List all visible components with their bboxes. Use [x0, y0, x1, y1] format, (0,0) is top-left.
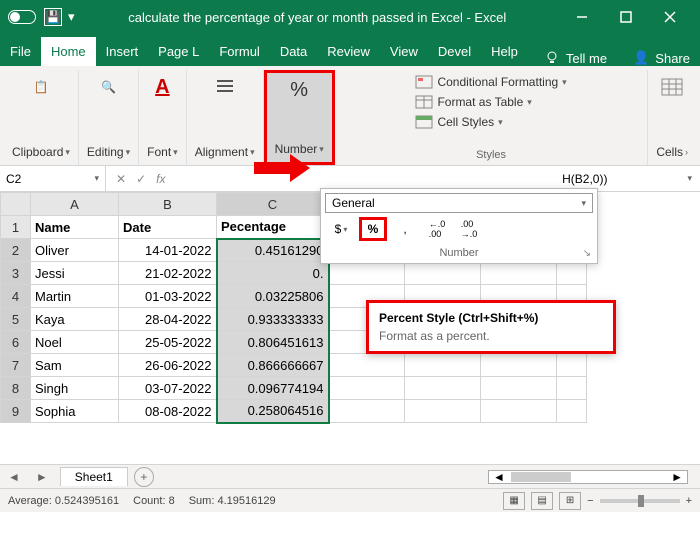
number-launcher[interactable]: ↘ — [583, 248, 591, 259]
name-box[interactable]: C2▾ — [0, 166, 106, 191]
group-alignment: Alignment▾ — [187, 70, 264, 165]
group-font: A Font▾ — [139, 70, 187, 165]
cell-styles-icon — [415, 115, 433, 129]
sheet-nav-prev[interactable]: ◄ — [0, 470, 28, 484]
share-button[interactable]: Share — [655, 51, 690, 66]
zoom-slider[interactable] — [600, 499, 680, 503]
cells-icon[interactable] — [657, 72, 687, 102]
conditional-formatting[interactable]: Conditional Formatting▾ — [409, 72, 572, 92]
comma-style-button[interactable]: , — [391, 217, 419, 241]
format-as-table[interactable]: Format as Table▾ — [409, 92, 572, 112]
currency-button[interactable]: $▾ — [327, 217, 355, 241]
tab-help[interactable]: Help — [481, 37, 528, 66]
number-format-dropdown: General▾ $▾ % , ←.0.00 .00→.0 Number↘ — [320, 188, 598, 264]
col-header-A[interactable]: A — [31, 193, 119, 216]
tab-formulas[interactable]: Formul — [209, 37, 269, 66]
tab-review[interactable]: Review — [317, 37, 380, 66]
cancel-formula-icon[interactable]: ✕ — [116, 172, 126, 186]
select-all-corner[interactable] — [1, 193, 31, 216]
status-average: Average: 0.524395161 — [8, 495, 119, 507]
status-sum: Sum: 4.19516129 — [189, 495, 276, 507]
percent-icon[interactable]: % — [284, 75, 314, 105]
number-format-select[interactable]: General▾ — [325, 193, 593, 213]
bulb-icon — [544, 50, 560, 66]
formula-expand[interactable]: ▾ — [687, 173, 700, 184]
alignment-icon[interactable] — [210, 72, 240, 102]
percent-style-button[interactable]: % — [359, 217, 387, 241]
tab-data[interactable]: Data — [270, 37, 317, 66]
sheet-nav-next[interactable]: ► — [28, 470, 56, 484]
font-icon[interactable]: A — [147, 72, 177, 102]
group-editing: 🔍 Editing▾ — [79, 70, 139, 165]
tab-page-layout[interactable]: Page L — [148, 37, 209, 66]
increase-decimal-button[interactable]: ←.0.00 — [423, 217, 451, 241]
cell-styles[interactable]: Cell Styles▾ — [409, 112, 572, 132]
close-button[interactable] — [648, 0, 692, 34]
save-icon[interactable]: 💾 — [44, 8, 62, 26]
sheet-tab[interactable]: Sheet1 — [60, 467, 128, 486]
table-icon — [415, 95, 433, 109]
window-title: calculate the percentage of year or mont… — [75, 10, 560, 25]
col-header-B[interactable]: B — [119, 193, 217, 216]
tab-developer[interactable]: Devel — [428, 37, 481, 66]
zoom-in-button[interactable]: + — [686, 495, 692, 507]
decrease-decimal-button[interactable]: .00→.0 — [455, 217, 483, 241]
add-sheet-button[interactable]: + — [134, 467, 154, 487]
minimize-button[interactable] — [560, 0, 604, 34]
page-break-view-icon[interactable]: ⊞ — [559, 492, 581, 510]
clipboard-icon[interactable]: 📋 — [26, 72, 56, 102]
tab-insert[interactable]: Insert — [96, 37, 149, 66]
zoom-out-button[interactable]: − — [587, 495, 593, 507]
tab-home[interactable]: Home — [41, 37, 96, 66]
tab-file[interactable]: File — [0, 37, 41, 66]
tab-view[interactable]: View — [380, 37, 428, 66]
status-count: Count: 8 — [133, 495, 175, 507]
formula-bar[interactable]: H(B2,0)) — [175, 172, 687, 186]
normal-view-icon[interactable]: ▦ — [503, 492, 525, 510]
maximize-button[interactable] — [604, 0, 648, 34]
arrow-annotation — [254, 154, 310, 187]
tell-me[interactable]: Tell me — [566, 51, 607, 66]
autosave-toggle[interactable] — [8, 10, 36, 24]
group-clipboard: 📋 Clipboard▾ — [4, 70, 79, 165]
row-header[interactable]: 1 — [1, 216, 31, 239]
accept-formula-icon[interactable]: ✓ — [136, 172, 146, 186]
col-header-C[interactable]: C — [217, 193, 329, 216]
cond-fmt-icon — [415, 75, 433, 89]
find-icon[interactable]: 🔍 — [94, 72, 124, 102]
group-cells: Cells› — [648, 70, 696, 165]
fx-icon[interactable]: fx — [156, 172, 165, 186]
page-layout-view-icon[interactable]: ▤ — [531, 492, 553, 510]
horizontal-scrollbar[interactable]: ◄► — [488, 470, 688, 484]
group-number[interactable]: % Number▾ — [264, 70, 335, 165]
percent-tooltip: Percent Style (Ctrl+Shift+%) Format as a… — [366, 300, 616, 354]
